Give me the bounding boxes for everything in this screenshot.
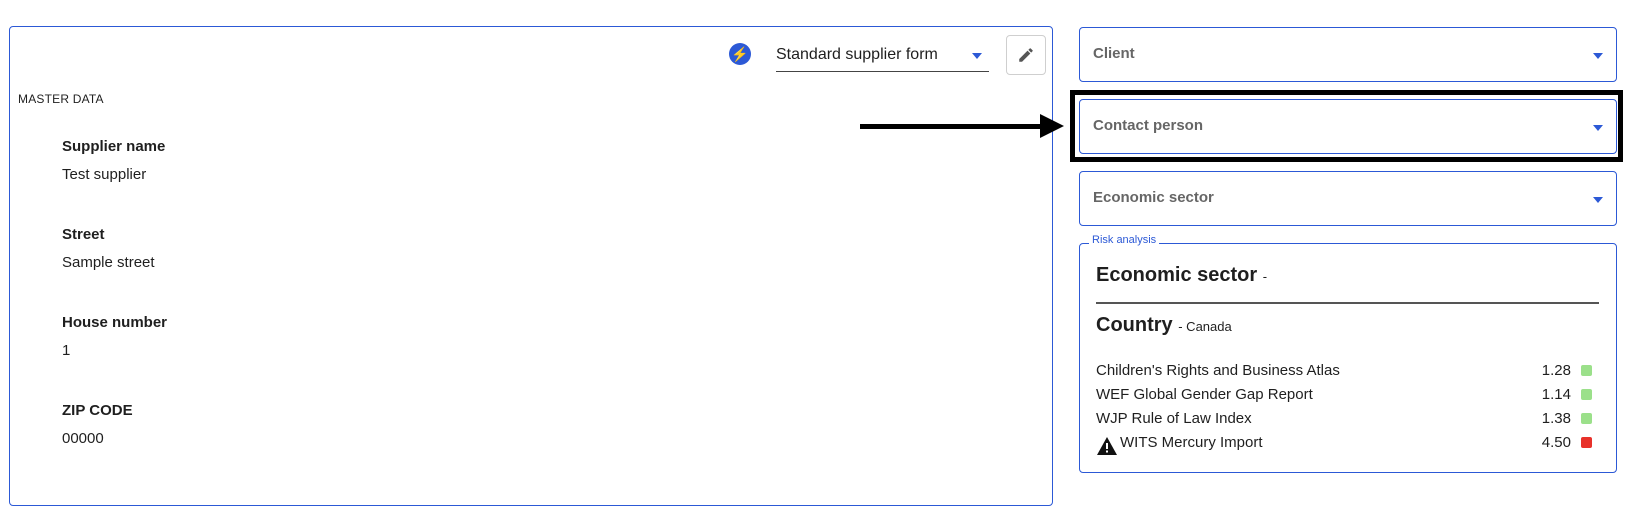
house-number-label: House number [62, 314, 168, 331]
economic-sector-select[interactable]: Economic sector [1079, 171, 1617, 226]
form-template-select[interactable]: Standard supplier form [776, 40, 989, 72]
form-template-value: Standard supplier form [776, 46, 938, 63]
indicator-value: 1.14 [1541, 386, 1571, 403]
street-value: Sample street [62, 254, 155, 271]
street-label: Street [62, 226, 105, 243]
country-heading-text: Country [1096, 314, 1173, 336]
supplier-name-label: Supplier name [62, 138, 166, 155]
pointer-arrow-line [860, 124, 1042, 129]
pencil-icon [1019, 48, 1033, 62]
client-select-label: Client [1093, 45, 1135, 62]
country-value: - Canada [1178, 319, 1232, 334]
house-number-value: 1 [62, 342, 71, 359]
zip-code-value: 00000 [62, 430, 104, 447]
caret-down-icon [972, 53, 982, 59]
country-heading: Country - Canada [1096, 314, 1232, 337]
warning-triangle-icon [1097, 437, 1117, 455]
indicator-name: WITS Mercury Import [1120, 434, 1263, 451]
status-indicator [1581, 389, 1592, 400]
indicator-name: Children's Rights and Business Atlas [1096, 362, 1340, 379]
indicator-value: 1.38 [1541, 410, 1571, 427]
indicator-value: 1.28 [1541, 362, 1571, 379]
status-indicator [1581, 413, 1592, 424]
indicator-name: WEF Global Gender Gap Report [1096, 386, 1313, 403]
client-select[interactable]: Client [1079, 27, 1617, 82]
supplier-name-value: Test supplier [62, 166, 147, 183]
risk-analysis-legend: Risk analysis [1089, 234, 1160, 246]
pointer-arrow-head [1040, 114, 1064, 138]
section-title: MASTER DATA [18, 92, 104, 106]
master-data-card [9, 26, 1053, 506]
indicator-name: WJP Rule of Law Index [1096, 410, 1252, 427]
economic-sector-heading-text: Economic sector [1096, 264, 1258, 286]
divider [1096, 302, 1599, 304]
edit-button[interactable] [1006, 35, 1046, 75]
caret-down-icon [1593, 53, 1603, 59]
economic-sector-value: - [1262, 269, 1268, 284]
status-indicator [1581, 365, 1592, 376]
status-indicator [1581, 437, 1592, 448]
lightning-bolt-icon: ⚡ [729, 43, 751, 65]
zip-code-label: ZIP CODE [62, 402, 133, 419]
economic-sector-select-label: Economic sector [1093, 189, 1214, 206]
economic-sector-heading: Economic sector - [1096, 264, 1267, 287]
highlight-box [1070, 90, 1623, 162]
indicator-value: 4.50 [1541, 434, 1571, 451]
caret-down-icon [1593, 197, 1603, 203]
